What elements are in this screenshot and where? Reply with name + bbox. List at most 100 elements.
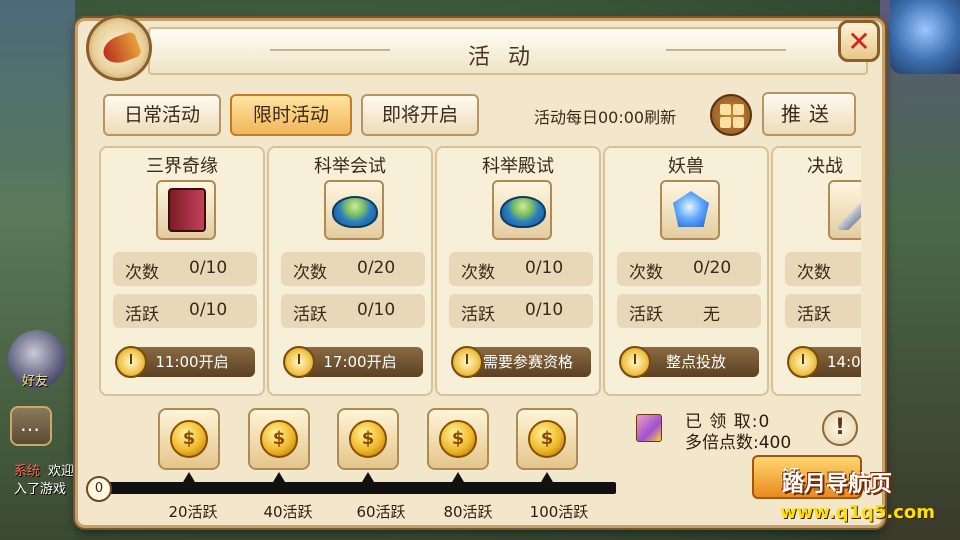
milestone-marker <box>273 472 285 482</box>
activity-card[interactable]: 科举会试 次数 0/20 活跃 0/10 17:00开启 <box>267 146 433 396</box>
count-label: 次数 <box>629 263 663 283</box>
count-row: 次数 <box>785 252 861 286</box>
count-row: 次数 0/20 <box>617 252 761 286</box>
status-text: 整点投放 <box>633 347 759 377</box>
book-icon <box>168 188 206 232</box>
reward-chest-80[interactable] <box>427 408 489 470</box>
activity-card-list[interactable]: 三界奇缘 次数 0/10 活跃 0/10 11:00开启 科举会试 次数 0/2… <box>97 144 861 396</box>
card-icon-frame <box>324 180 384 240</box>
system-channel-label: 系统 <box>14 464 41 479</box>
active-row: 活跃 0/10 <box>113 294 257 328</box>
card-icon-frame <box>492 180 552 240</box>
status-badge: 整点投放 <box>619 346 759 378</box>
sword-icon <box>838 192 861 230</box>
activity-card[interactable]: 三界奇缘 次数 0/10 活跃 0/10 11:00开启 <box>99 146 265 396</box>
card-icon-frame <box>828 180 861 240</box>
progress-start-value: 0 <box>86 476 112 502</box>
status-text: 17:00开启 <box>297 347 423 377</box>
status-badge: 需要参赛资格 <box>451 346 591 378</box>
active-value: 0/10 <box>525 300 564 320</box>
milestone-marker <box>183 472 195 482</box>
coin-icon <box>349 420 387 458</box>
friend-label[interactable]: 好友 <box>22 370 48 389</box>
coin-icon <box>170 420 208 458</box>
status-badge: 14:0 <box>787 346 861 378</box>
chat-icon[interactable] <box>10 406 52 446</box>
milestone-label: 40活跃 <box>263 503 313 521</box>
count-label: 次数 <box>125 263 159 283</box>
active-row: 活跃 0/10 <box>281 294 425 328</box>
multiplier-points: 多倍点数:400 <box>685 433 792 453</box>
card-title: 妖兽 <box>668 156 704 177</box>
status-text: 需要参赛资格 <box>465 347 591 377</box>
milestone-marker <box>362 472 374 482</box>
clock-icon <box>787 346 819 378</box>
coin-icon <box>439 420 477 458</box>
count-label: 次数 <box>461 263 495 283</box>
active-value: 0/10 <box>189 300 228 320</box>
info-button[interactable]: ! <box>822 410 858 446</box>
count-label: 次数 <box>797 263 831 283</box>
card-title: 科举殿试 <box>482 156 554 177</box>
milestone-marker <box>452 472 464 482</box>
tab-daily[interactable]: 日常活动 <box>103 94 221 136</box>
grid-icon <box>720 104 731 115</box>
reward-chest-100[interactable] <box>516 408 578 470</box>
refresh-notice: 活动每日00:00刷新 <box>534 108 677 127</box>
reward-chest-20[interactable] <box>158 408 220 470</box>
tab-upcoming[interactable]: 即将开启 <box>361 94 479 136</box>
activity-card[interactable]: 决战 次数 活跃 14:0 <box>771 146 861 396</box>
milestone-label: 100活跃 <box>529 503 589 521</box>
active-value: 0/10 <box>357 300 396 320</box>
count-value: 0/10 <box>189 258 228 278</box>
activity-progress-bar <box>96 482 616 494</box>
card-title: 科举会试 <box>314 156 386 177</box>
active-label: 活跃 <box>797 305 831 325</box>
close-icon: ✕ <box>847 25 871 58</box>
multiplier-icon <box>636 414 662 442</box>
active-label: 活跃 <box>125 305 159 325</box>
push-button[interactable]: 推送 <box>762 92 856 136</box>
card-title: 决战 <box>807 156 843 177</box>
tab-limited-time[interactable]: 限时活动 <box>230 94 352 136</box>
status-badge: 11:00开启 <box>115 346 255 378</box>
active-row: 活跃 0/10 <box>449 294 593 328</box>
milestone-marker <box>541 472 553 482</box>
horn-icon <box>86 15 152 81</box>
active-label: 活跃 <box>293 305 327 325</box>
reward-chest-40[interactable] <box>248 408 310 470</box>
count-value: 0/10 <box>525 258 564 278</box>
bowl-icon <box>500 196 546 228</box>
status-text: 11:00开启 <box>129 347 255 377</box>
watermark-url: www.q1q5.com <box>780 502 936 523</box>
clock-icon <box>451 346 483 378</box>
player-avatar[interactable] <box>890 0 960 74</box>
watermark-title: 踏月导航页 <box>782 472 893 497</box>
count-row: 次数 0/10 <box>449 252 593 286</box>
welcome-text: 欢迎 <box>48 464 75 479</box>
clock-icon <box>619 346 651 378</box>
card-icon-frame <box>660 180 720 240</box>
count-row: 次数 0/10 <box>113 252 257 286</box>
coin-icon <box>528 420 566 458</box>
close-button[interactable]: ✕ <box>838 20 880 62</box>
background-right-scene <box>880 0 960 540</box>
activity-card[interactable]: 科举殿试 次数 0/10 活跃 0/10 需要参赛资格 <box>435 146 601 396</box>
reward-chest-60[interactable] <box>337 408 399 470</box>
page-title: 活动 <box>467 45 548 70</box>
bowl-icon <box>332 196 378 228</box>
milestone-label: 80活跃 <box>443 503 493 521</box>
active-label: 活跃 <box>629 305 663 325</box>
count-value: 0/20 <box>693 258 732 278</box>
card-icon-frame <box>156 180 216 240</box>
status-badge: 17:00开启 <box>283 346 423 378</box>
milestone-label: 60活跃 <box>356 503 406 521</box>
activity-card[interactable]: 妖兽 次数 0/20 活跃 无 整点投放 <box>603 146 769 396</box>
count-row: 次数 0/20 <box>281 252 425 286</box>
grid-menu-button[interactable] <box>710 94 752 136</box>
coin-icon <box>260 420 298 458</box>
clock-icon <box>283 346 315 378</box>
count-value: 0/20 <box>357 258 396 278</box>
gem-icon <box>673 191 709 227</box>
milestone-label: 20活跃 <box>168 503 218 521</box>
